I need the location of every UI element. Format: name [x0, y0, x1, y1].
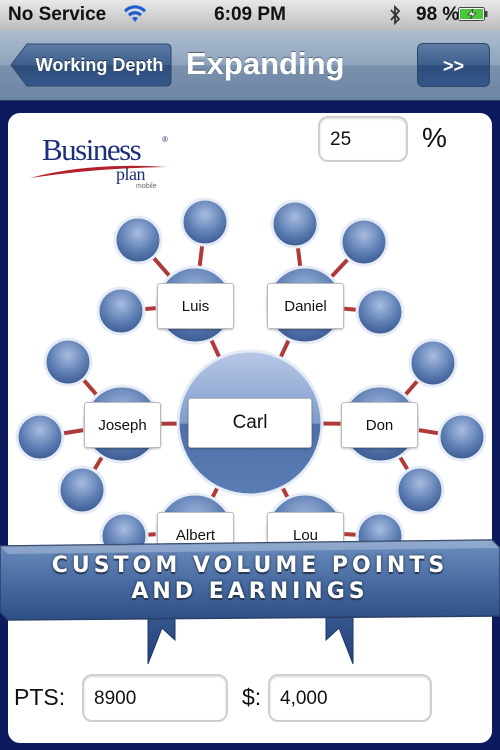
promo-banner-text: CUSTOM VOLUME POINTS AND EARNINGS [0, 553, 500, 605]
bluetooth-icon [390, 4, 401, 26]
node-label-daniel[interactable]: Daniel [267, 283, 344, 329]
points-label: PTS: [14, 684, 66, 710]
node-label-joseph[interactable]: Joseph [84, 402, 161, 448]
forward-button[interactable]: >> [417, 43, 490, 87]
logo-mobile: mobile [136, 183, 157, 190]
node-don-sat-2[interactable] [395, 465, 445, 515]
node-label-luis[interactable]: Luis [157, 283, 234, 329]
node-don-sat-0[interactable] [408, 338, 458, 388]
node-daniel-sat-0[interactable] [270, 199, 320, 249]
node-luis-sat-0[interactable] [113, 215, 163, 265]
node-joseph-sat-2[interactable] [57, 465, 107, 515]
logo-swoosh [30, 165, 166, 178]
promo-banner-line1: CUSTOM VOLUME POINTS [51, 553, 449, 578]
logo-plan: plan [116, 164, 145, 184]
battery-percent: 98 % [416, 4, 460, 25]
battery-icon [458, 7, 488, 21]
logo-business: Business [42, 132, 141, 167]
percent-label: % [422, 122, 447, 153]
node-label-carl[interactable]: Carl [188, 398, 312, 448]
status-bar: No Service 6:09 PM 98 % [0, 0, 500, 30]
back-button-label: Working Depth [35, 55, 164, 75]
earnings-input[interactable]: 4,000 [268, 674, 432, 722]
percent-input[interactable]: 25 [318, 116, 408, 162]
back-button[interactable]: Working Depth [10, 43, 172, 87]
page-title: Expanding [186, 46, 345, 81]
node-joseph-sat-1[interactable] [15, 412, 65, 462]
promo-banner-line2: AND EARNINGS [131, 579, 369, 604]
node-daniel-sat-2[interactable] [355, 287, 405, 337]
node-joseph-sat-0[interactable] [43, 337, 93, 387]
logo-mark: ® [162, 135, 168, 144]
earnings-label: $: [242, 684, 262, 710]
business-plan-logo: Business ® plan mobile [30, 132, 168, 190]
points-input[interactable]: 8900 [82, 674, 228, 722]
node-luis-sat-2[interactable] [96, 286, 146, 336]
node-luis-sat-1[interactable] [180, 197, 230, 247]
node-don-sat-1[interactable] [437, 412, 487, 462]
navigation-bar: Working Depth Expanding >> [0, 30, 500, 101]
node-daniel-sat-1[interactable] [339, 217, 389, 267]
node-label-don[interactable]: Don [341, 402, 418, 448]
